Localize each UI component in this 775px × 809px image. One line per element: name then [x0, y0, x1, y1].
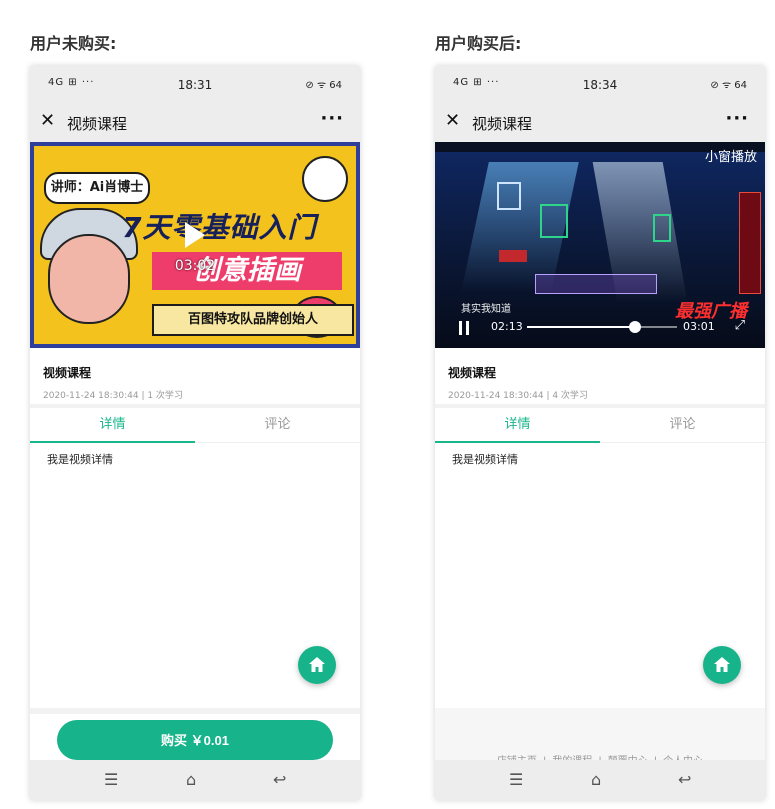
menu-icon[interactable]: ☰	[104, 770, 118, 789]
tab-indicator	[435, 441, 600, 443]
status-bar: 4G ⊞ ··· 18:31 ⊘ ᯤ 64	[30, 66, 360, 102]
back-icon[interactable]: ↩	[273, 770, 286, 789]
progress-knob[interactable]	[629, 321, 641, 333]
video-frame: 最强广播 其实我知道	[435, 152, 765, 348]
video-player[interactable]: 最强广播 其实我知道 小窗播放 02:13 03:01 ⤢	[435, 142, 765, 348]
status-bar: 4G ⊞ ··· 18:34 ⊘ ᯤ 64	[435, 66, 765, 102]
phone-unpurchased: 4G ⊞ ··· 18:31 ⊘ ᯤ 64 ✕ 视频课程 ··· 讲师：Ai肖博…	[30, 66, 360, 800]
video-subtitle: 其实我知道	[461, 304, 511, 315]
stage-frame	[653, 214, 671, 242]
nav-title: 视频课程	[67, 115, 128, 133]
system-nav-bar: ☰ ⌂ ↩	[435, 760, 765, 800]
pause-icon[interactable]	[457, 321, 471, 335]
video-cover[interactable]: 讲师：Ai肖博士 7天零基础入门 创意插画 百图特攻队品牌创始人 03:02	[30, 142, 360, 348]
progress-fill	[527, 326, 635, 328]
home-button[interactable]	[298, 646, 336, 684]
tab-details[interactable]: 详情	[435, 408, 600, 442]
nav-title: 视频课程	[472, 115, 533, 133]
course-meta: 2020-11-24 18:30:44 | 4 次学习	[448, 391, 588, 401]
course-title: 视频课程	[43, 366, 92, 380]
home-nav-icon[interactable]: ⌂	[591, 770, 601, 789]
detail-text: 我是视频详情	[47, 453, 113, 466]
tab-bar: 详情 评论	[30, 408, 360, 443]
stage-sign	[499, 250, 527, 262]
stage-banner	[739, 192, 761, 294]
close-icon[interactable]: ✕	[445, 110, 460, 131]
buy-area: 购买 ￥0.01	[30, 708, 360, 766]
cover-deco-face	[302, 156, 348, 202]
course-info: 视频课程 2020-11-24 18:30:44 | 4 次学习	[435, 348, 765, 408]
home-icon	[309, 657, 325, 672]
battery-indicators: ⊘ ᯤ 64	[305, 80, 342, 91]
course-info: 视频课程 2020-11-24 18:30:44 | 1 次学习	[30, 348, 360, 408]
cover-subline: 百图特攻队品牌创始人	[152, 304, 354, 336]
menu-icon[interactable]: ☰	[509, 770, 523, 789]
buy-button[interactable]: 购买 ￥0.01	[57, 720, 333, 760]
stage-frame	[497, 182, 521, 210]
more-icon[interactable]: ···	[725, 108, 749, 129]
nav-bar: ✕ 视频课程 ···	[435, 102, 765, 142]
course-meta: 2020-11-24 18:30:44 | 1 次学习	[43, 391, 183, 401]
tab-comments[interactable]: 评论	[195, 408, 360, 442]
cover-teacher-label: 讲师：Ai肖博士	[44, 172, 150, 204]
home-icon	[714, 657, 730, 672]
more-icon[interactable]: ···	[320, 108, 344, 129]
detail-text: 我是视频详情	[452, 453, 518, 466]
battery-indicators: ⊘ ᯤ 64	[710, 80, 747, 91]
nav-bar: ✕ 视频课程 ···	[30, 102, 360, 142]
video-duration: 03:02	[174, 258, 216, 274]
system-nav-bar: ☰ ⌂ ↩	[30, 760, 360, 800]
fullscreen-icon[interactable]: ⤢	[735, 318, 745, 333]
tab-details[interactable]: 详情	[30, 408, 195, 442]
back-icon[interactable]: ↩	[678, 770, 691, 789]
footer-links: 店铺主页|我的课程|颠覆中心|个人中心	[435, 708, 765, 767]
tab-comments[interactable]: 评论	[600, 408, 765, 442]
play-icon[interactable]	[185, 222, 205, 248]
progress-bar[interactable]	[527, 321, 677, 333]
close-icon[interactable]: ✕	[40, 110, 55, 131]
home-button[interactable]	[703, 646, 741, 684]
tab-bar: 详情 评论	[435, 408, 765, 443]
cover-character-face	[48, 234, 130, 324]
total-time: 03:01	[683, 320, 715, 333]
phone-purchased: 4G ⊞ ··· 18:34 ⊘ ᯤ 64 ✕ 视频课程 ··· 最强广播 其实…	[435, 66, 765, 800]
left-section-title: 用户未购买:	[30, 34, 117, 53]
current-time: 02:13	[491, 320, 523, 333]
stage-floor	[535, 274, 657, 294]
course-title: 视频课程	[448, 366, 497, 380]
right-section-title: 用户购买后:	[435, 34, 522, 53]
stage-frame	[540, 204, 568, 238]
home-nav-icon[interactable]: ⌂	[186, 770, 196, 789]
tab-indicator	[30, 441, 195, 443]
cover-headline: 7天零基础入门	[122, 211, 317, 244]
mini-window-button[interactable]: 小窗播放	[705, 146, 757, 165]
